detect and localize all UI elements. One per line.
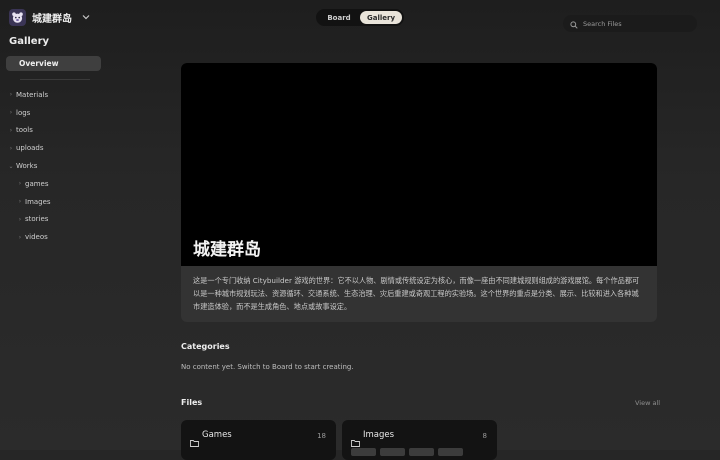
tree-item-label: tools	[16, 126, 33, 135]
chevron-right-icon[interactable]: ›	[6, 109, 16, 116]
search-placeholder: Search Files	[583, 19, 622, 28]
view-switch: Board Gallery	[316, 9, 404, 26]
tree-item-label: Images	[25, 197, 51, 206]
tree-item-logs[interactable]: › logs	[0, 104, 110, 122]
categories-heading: Categories	[181, 342, 230, 351]
tree-item-images[interactable]: › Images	[0, 193, 110, 211]
folder-icon	[190, 432, 199, 451]
chevron-down-icon[interactable]: ⌄	[6, 163, 16, 170]
hero-title: 城建群岛	[193, 240, 261, 260]
tree-item-games[interactable]: › games	[0, 175, 110, 193]
tree-item-materials[interactable]: › Materials	[0, 86, 110, 104]
tab-board[interactable]: Board	[318, 11, 360, 24]
tree-item-uploads[interactable]: › uploads	[0, 139, 110, 157]
categories-empty-text: No content yet. Switch to Board to start…	[181, 363, 354, 371]
sidebar-section-title: Gallery	[9, 36, 50, 47]
chevron-right-icon[interactable]: ›	[6, 145, 16, 152]
folder-count: 18	[317, 432, 326, 440]
files-heading: Files	[181, 398, 203, 407]
workspace-name: 城建群岛	[32, 14, 72, 25]
thumbnail[interactable]	[380, 448, 405, 456]
chevron-right-icon[interactable]: ›	[15, 216, 25, 223]
chevron-down-icon[interactable]	[82, 13, 90, 22]
folder-tree: › Materials › logs › tools › uploads ⌄ Works …	[0, 86, 110, 246]
tree-item-videos[interactable]: › videos	[0, 228, 110, 246]
sidebar-divider	[20, 79, 90, 80]
tree-item-label: videos	[25, 233, 48, 242]
chevron-right-icon[interactable]: ›	[6, 91, 16, 98]
tree-item-tools[interactable]: › tools	[0, 122, 110, 140]
search-icon	[570, 14, 578, 33]
chevron-right-icon[interactable]: ›	[6, 127, 16, 134]
chevron-right-icon[interactable]: ›	[15, 180, 25, 187]
chevron-right-icon[interactable]: ›	[15, 234, 25, 241]
folder-card-games[interactable]: Games 18	[181, 420, 336, 460]
tree-item-label: Works	[16, 162, 38, 171]
hero-card[interactable]: 城建群岛 这是一个专门收纳 Citybuilder 游戏的世界：它不以人物、剧情…	[181, 63, 657, 322]
sidebar-item-overview[interactable]: Overview	[6, 56, 101, 71]
hero-description: 这是一个专门收纳 Citybuilder 游戏的世界：它不以人物、剧情或传统设定…	[193, 276, 640, 311]
tree-item-label: games	[25, 179, 49, 188]
tree-item-label: stories	[25, 215, 49, 224]
tree-item-label: Materials	[16, 90, 49, 99]
tree-item-label: logs	[16, 108, 31, 117]
folder-name: Games	[202, 430, 232, 440]
search-input[interactable]: Search Files	[563, 15, 697, 32]
view-all-link[interactable]: View all	[635, 399, 660, 407]
sidebar: 城建群岛 Gallery Overview › Materials › logs ›…	[0, 0, 110, 450]
folder-name: Images	[363, 430, 395, 440]
thumbnail-strip	[351, 448, 463, 456]
thumbnail[interactable]	[438, 448, 463, 456]
thumbnail[interactable]	[351, 448, 376, 456]
tree-item-works[interactable]: ⌄ Works	[0, 157, 110, 175]
tree-item-label: uploads	[16, 144, 44, 153]
tab-gallery[interactable]: Gallery	[360, 11, 402, 24]
bear-avatar-icon	[9, 9, 26, 26]
folder-card-images[interactable]: Images 8	[342, 420, 497, 460]
folder-count: 8	[482, 432, 487, 440]
thumbnail[interactable]	[409, 448, 434, 456]
workspace-switcher[interactable]: 城建群岛	[9, 9, 90, 26]
tree-item-stories[interactable]: › stories	[0, 211, 110, 229]
chevron-right-icon[interactable]: ›	[15, 198, 25, 205]
